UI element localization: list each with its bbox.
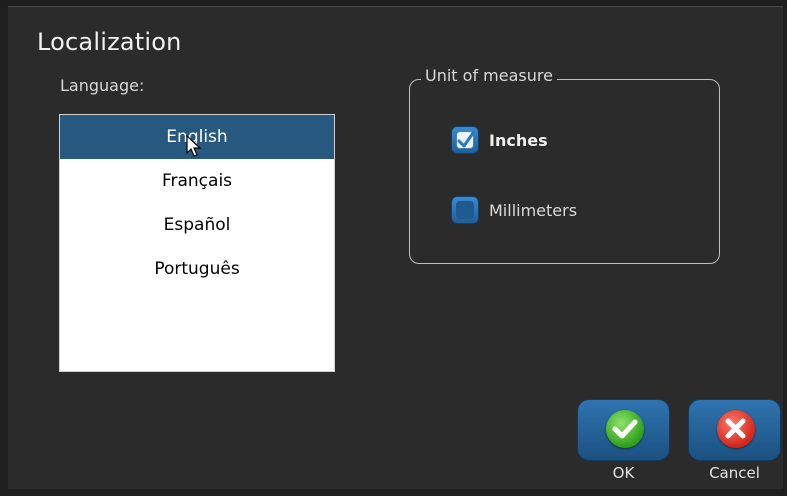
millimeters-checkbox[interactable] [451, 196, 479, 224]
cancel-button[interactable] [688, 399, 781, 461]
window-bottom-edge [0, 489, 787, 496]
check-icon [612, 419, 638, 439]
window-right-edge [783, 6, 787, 496]
language-item-espanol[interactable]: Español [60, 203, 334, 247]
language-item-label: Español [163, 215, 231, 235]
language-item-label: Português [154, 259, 240, 279]
dialog-title: Localization [37, 28, 182, 56]
language-item-english[interactable]: English [60, 115, 334, 159]
window-top-edge [0, 0, 787, 7]
cancel-label: Cancel [709, 464, 760, 482]
inches-option[interactable]: Inches [451, 126, 548, 154]
x-icon [725, 418, 746, 439]
language-item-francais[interactable]: Français [60, 159, 334, 203]
ok-button[interactable] [577, 399, 670, 461]
unit-of-measure-legend: Unit of measure [421, 66, 557, 85]
ok-label: OK [612, 464, 635, 482]
checkmark-icon [457, 131, 475, 148]
language-item-label: Français [161, 171, 233, 191]
language-list[interactable]: English Français Español Português [59, 114, 335, 372]
language-item-portugues[interactable]: Português [60, 247, 334, 291]
inches-checkbox[interactable] [451, 126, 479, 154]
unit-of-measure-group [409, 79, 720, 264]
inches-label: Inches [489, 130, 548, 150]
mouse-cursor-icon [186, 135, 202, 157]
language-label: Language: [60, 76, 145, 95]
millimeters-option[interactable]: Millimeters [451, 196, 577, 224]
millimeters-label: Millimeters [489, 200, 578, 220]
window-left-edge [0, 6, 8, 496]
